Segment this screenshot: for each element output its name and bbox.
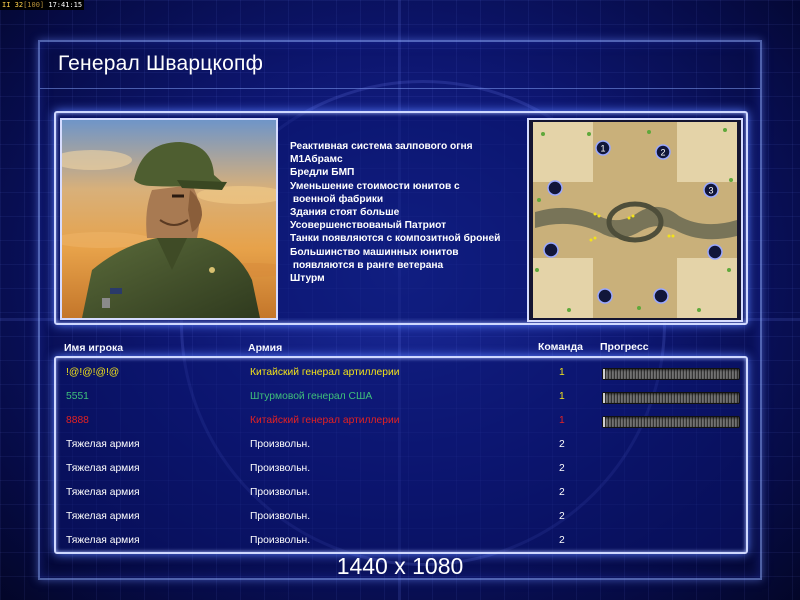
general-description: Реактивная система залпового огня М1Абра… <box>290 140 524 285</box>
svg-text:2: 2 <box>660 148 665 158</box>
player-row: Тяжелая армия Произвольн. 2 <box>56 484 746 504</box>
start-position-marker: 2 <box>655 144 671 160</box>
player-army: Китайский генерал артиллерии <box>250 367 400 378</box>
player-army: Произвольн. <box>250 487 311 498</box>
player-army: Произвольн. <box>250 439 311 450</box>
svg-text:1: 1 <box>600 144 605 154</box>
player-name: Тяжелая армия <box>66 439 140 450</box>
description-line: Усовершенствованый Патриот <box>290 220 447 232</box>
player-name: Тяжелая армия <box>66 535 140 546</box>
description-line: Реактивная система залпового огня <box>290 141 473 152</box>
player-army: Штурмовой генерал США <box>250 391 373 402</box>
description-line: Танки появляются с композитной броней <box>290 233 501 245</box>
player-row: Тяжелая армия Произвольн. 2 <box>56 508 746 528</box>
player-team: 1 <box>559 415 565 426</box>
start-position-marker: 1 <box>595 140 611 156</box>
player-team: 2 <box>559 511 565 522</box>
fps-counter: II 32 <box>2 1 24 9</box>
progress-fill <box>603 417 605 427</box>
player-team: 2 <box>559 487 565 498</box>
loading-progress-bar <box>602 392 740 404</box>
start-position-marker <box>597 288 613 304</box>
start-position-marker <box>543 242 559 258</box>
description-line: Большинство машинных юнитов <box>290 246 459 258</box>
player-army: Произвольн. <box>250 463 311 474</box>
progress-fill <box>603 393 605 403</box>
player-name: Тяжелая армия <box>66 487 140 498</box>
description-line: М1Абрамс <box>290 154 343 166</box>
player-team: 2 <box>559 463 565 474</box>
start-position-marker <box>653 288 669 304</box>
start-position-marker: 3 <box>703 182 719 198</box>
player-row: 5551 Штурмовой генерал США 1 <box>56 388 746 408</box>
description-line: появляются в ранге ветерана <box>290 259 444 271</box>
loading-progress-bar <box>602 416 740 428</box>
title-divider <box>40 88 760 89</box>
svg-text:3: 3 <box>708 186 713 196</box>
player-army: Китайский генерал артиллерии <box>250 415 400 426</box>
header-team: Команда <box>538 341 583 353</box>
player-name: Тяжелая армия <box>66 511 140 522</box>
header-army: Армия <box>248 342 283 354</box>
player-name: 8888 <box>66 415 89 426</box>
player-team: 2 <box>559 535 565 546</box>
loading-progress-bar <box>602 368 740 380</box>
start-position-marker <box>547 180 563 196</box>
player-army: Произвольн. <box>250 511 311 522</box>
description-line: Бредли БМП <box>290 167 355 179</box>
progress-fill <box>603 369 605 379</box>
player-row: !@!@!@!@ Китайский генерал артиллерии 1 <box>56 364 746 384</box>
header-player-name: Имя игрока <box>64 342 124 354</box>
clock: 17:41:15 <box>48 1 83 9</box>
player-team: 1 <box>559 391 565 402</box>
header-progress: Прогресс <box>600 341 649 353</box>
player-row: Тяжелая армия Произвольн. 2 <box>56 460 746 480</box>
general-portrait <box>60 118 278 320</box>
player-row: Тяжелая армия Произвольн. 2 <box>56 436 746 456</box>
player-row: 8888 Китайский генерал артиллерии 1 <box>56 412 746 432</box>
player-team: 2 <box>559 439 565 450</box>
fps-limit: [100] <box>23 1 45 9</box>
start-position-marker <box>707 244 723 260</box>
player-army: Произвольн. <box>250 535 311 546</box>
resolution-label: 1440 x 1080 <box>336 553 464 579</box>
player-team: 1 <box>559 367 565 378</box>
players-table: !@!@!@!@ Китайский генерал артиллерии 1 555… <box>54 356 748 554</box>
description-line: военной фабрики <box>290 193 384 205</box>
player-name: Тяжелая армия <box>66 463 140 474</box>
player-name: !@!@!@!@ <box>66 367 120 378</box>
description-line: Штурм <box>290 273 325 285</box>
player-row: Тяжелая армия Произвольн. 2 <box>56 532 746 552</box>
debug-status-bar: II 32[100] 17:41:15 <box>0 0 85 10</box>
description-line: Здания стоят больше <box>290 207 400 219</box>
map-preview: 1 2 3 <box>527 118 743 322</box>
description-line: Уменьшение стоимости юнитов с <box>290 180 460 192</box>
general-title: Генерал Шварцкопф <box>58 52 264 75</box>
player-name: 5551 <box>66 391 89 402</box>
